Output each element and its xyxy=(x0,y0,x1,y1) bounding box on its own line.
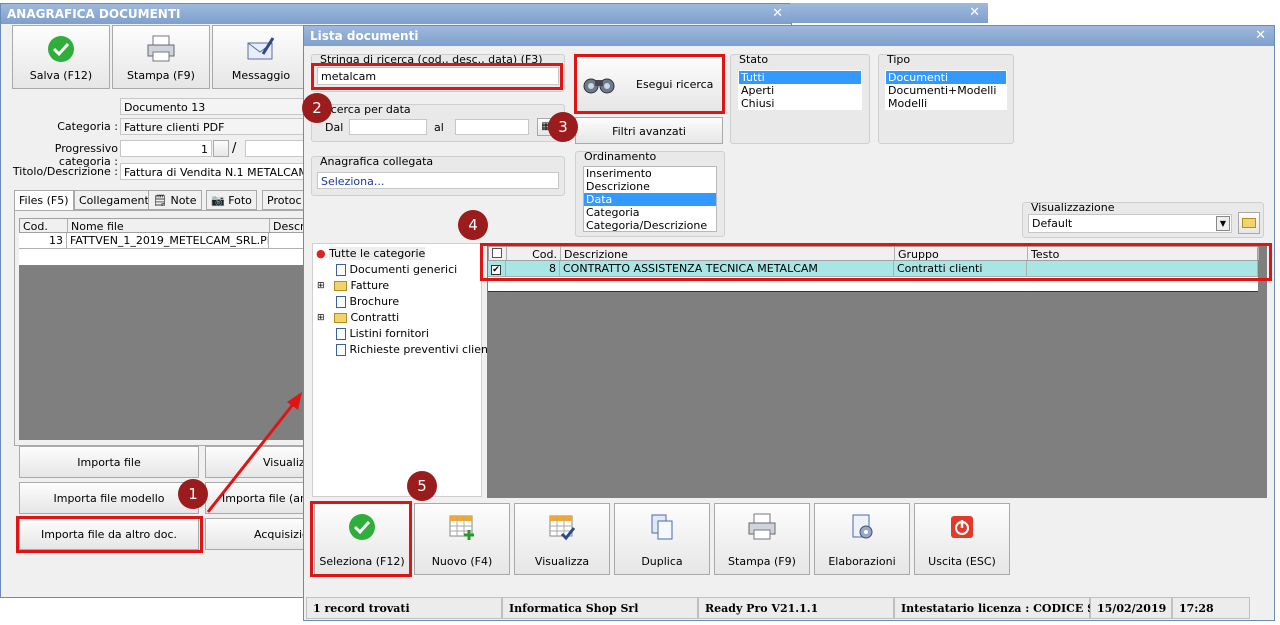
annotation-badge-3: 3 xyxy=(548,112,578,142)
annotation-badge-5: 5 xyxy=(407,471,437,501)
annotation-badge-4: 4 xyxy=(458,210,488,240)
annotation-badge-1: 1 xyxy=(178,479,208,509)
annotation-badge-2: 2 xyxy=(302,93,332,123)
annotation-arrow xyxy=(206,392,302,513)
